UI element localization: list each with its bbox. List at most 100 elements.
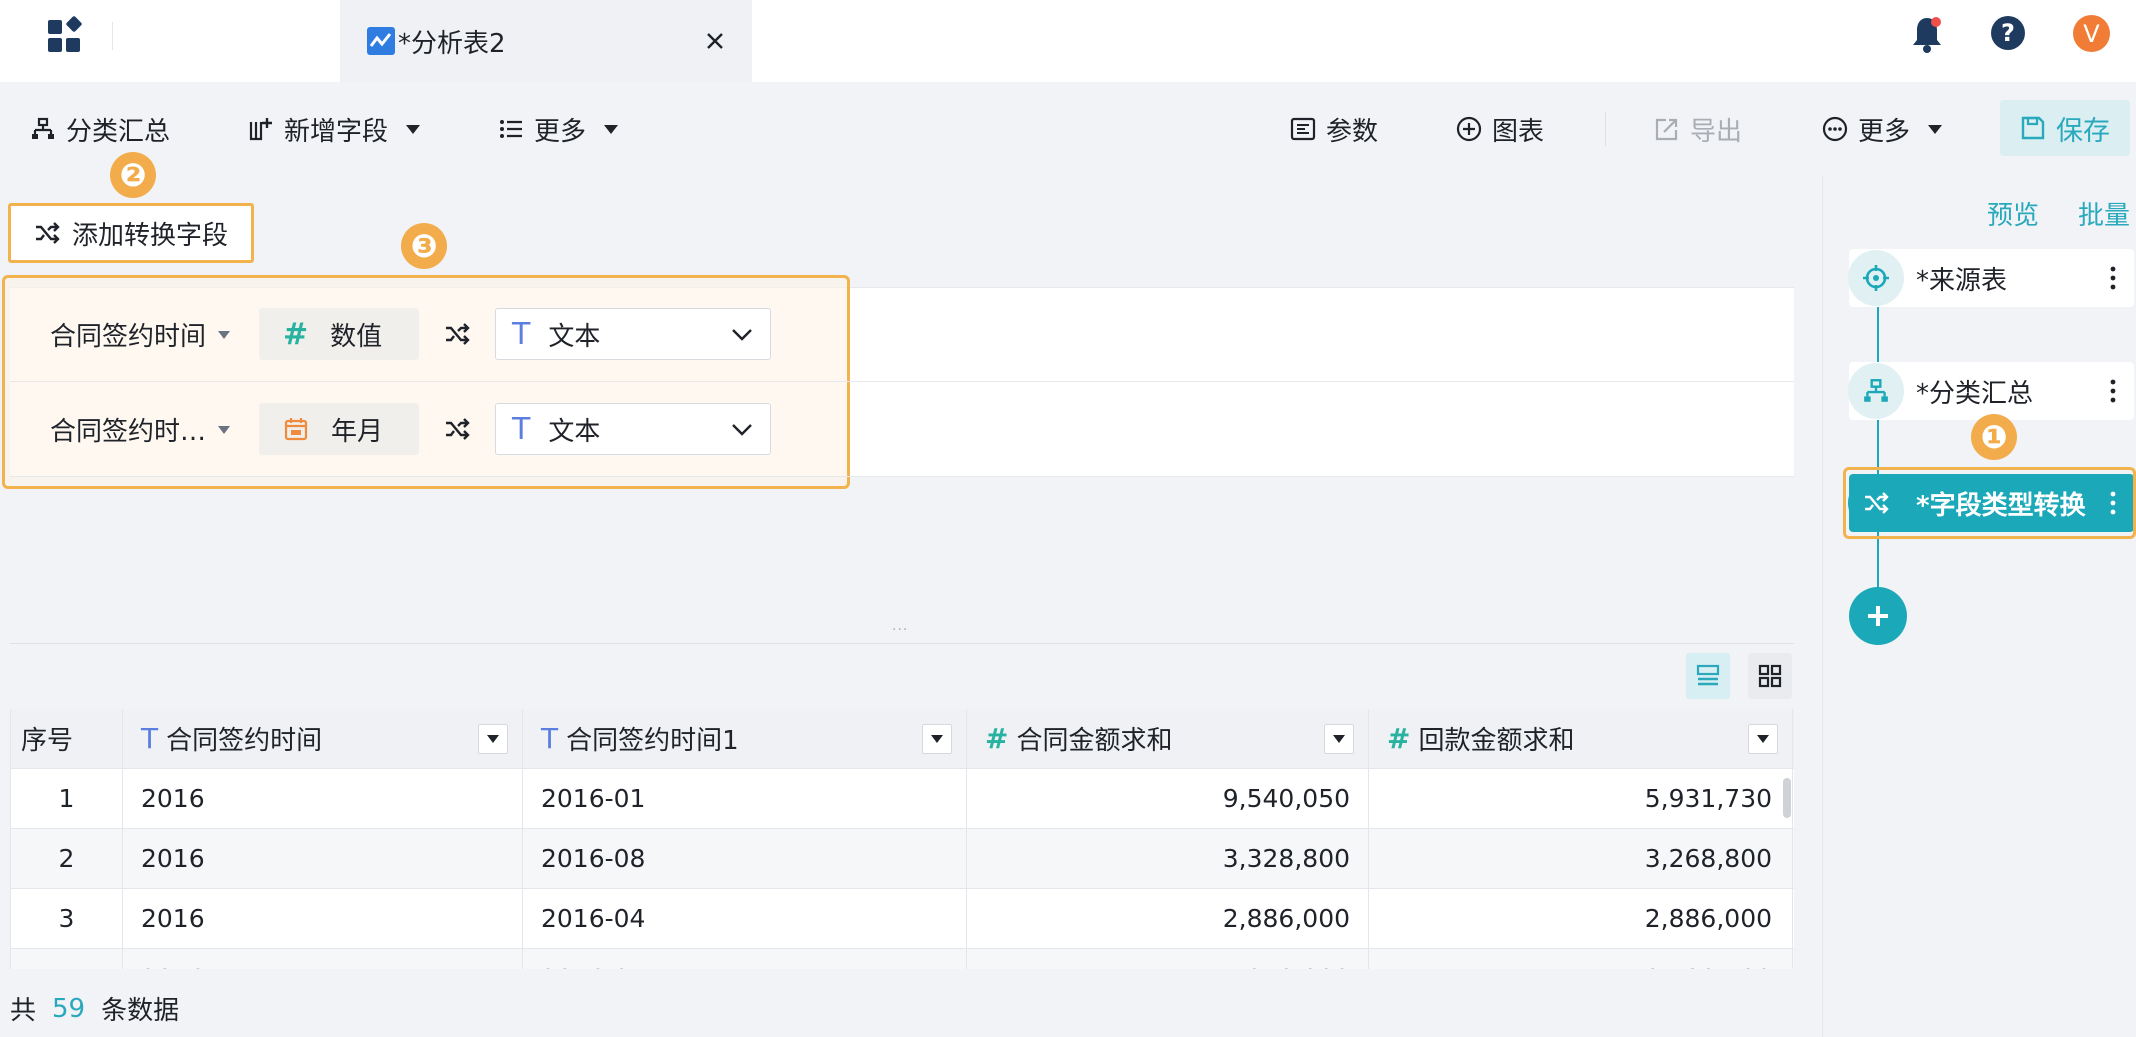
step-badge-2: ❷ — [110, 152, 156, 198]
table-row[interactable]: 2 2016 2016-08 3,328,800 3,268,800 — [11, 829, 1794, 889]
chevron-down-icon — [730, 322, 754, 346]
analysis-table-icon — [366, 26, 396, 56]
text-type-icon: T — [512, 316, 531, 352]
more-vertical-icon[interactable] — [2100, 376, 2126, 406]
cell-sign-time: 2016 — [123, 769, 523, 828]
list-view-button[interactable] — [1686, 653, 1730, 699]
plus-circle-icon — [1456, 116, 1482, 142]
avatar[interactable]: V — [2073, 15, 2110, 52]
toolbar-divider — [1605, 112, 1606, 146]
add-field-label: 新增字段 — [284, 116, 389, 147]
column-header-label: 序号 — [21, 726, 74, 756]
cell-sign-time-1: 2016-01 — [523, 769, 967, 828]
chart-label: 图表 — [1492, 116, 1545, 147]
add-field-button[interactable]: 新增字段 — [248, 82, 421, 176]
table-row[interactable]: 3 2016 2016-04 2,886,000 2,886,000 — [11, 889, 1794, 949]
top-bar — [0, 0, 2136, 82]
number-icon: # — [283, 316, 309, 352]
tab-analysis-table[interactable]: *分析表2 — [340, 0, 752, 82]
cell-sign-time: 2016 — [123, 829, 523, 888]
column-header-label: 合同签约时间1 — [566, 726, 739, 756]
preview-link[interactable]: 预览 — [1987, 195, 2039, 232]
column-menu-button[interactable] — [1748, 724, 1778, 754]
number-icon: # — [1387, 722, 1411, 755]
record-count: 共 59 条数据 — [10, 990, 179, 1027]
more-right-button[interactable]: 更多 — [1822, 82, 1943, 176]
bell-icon[interactable] — [1910, 14, 1944, 54]
column-menu-button[interactable] — [1324, 724, 1354, 754]
shuffle-icon — [444, 321, 470, 347]
apps-grid-icon[interactable] — [46, 16, 86, 56]
more-right-label: 更多 — [1858, 116, 1911, 147]
chevron-down-icon — [730, 417, 754, 441]
caret-down-icon — [487, 735, 499, 743]
text-type-icon: T — [141, 722, 159, 755]
resize-handle[interactable]: ... — [892, 618, 908, 634]
caret-down-icon — [1333, 735, 1345, 743]
number-icon: # — [985, 722, 1009, 755]
column-header-payment-amount[interactable]: # 回款金额求和 — [1369, 709, 1793, 768]
cell-contract-amount: 3,328,800 — [967, 829, 1369, 888]
chart-button[interactable]: 图表 — [1456, 82, 1544, 176]
conversion-field-select[interactable]: 合同签约时间 — [50, 316, 231, 353]
column-menu-button[interactable] — [922, 724, 952, 754]
export-label: 导出 — [1690, 116, 1743, 147]
export-icon — [1654, 116, 1680, 142]
params-label: 参数 — [1326, 116, 1379, 147]
conversion-field-label: 合同签约时间 — [50, 322, 207, 352]
group-summary-label: 分类汇总 — [66, 116, 171, 147]
batch-link[interactable]: 批量 — [2078, 195, 2130, 232]
cell-contract-amount: 2,886,000 — [967, 889, 1369, 948]
table-row[interactable]: 1 2016 2016-01 9,540,050 5,931,730 — [11, 769, 1794, 829]
cell-sign-time-1: 2016-05 — [523, 949, 967, 969]
conversion-field-label: 合同签约时… — [50, 417, 207, 447]
column-menu-button[interactable] — [478, 724, 508, 754]
list-icon — [498, 116, 524, 142]
column-header-sign-time-1[interactable]: T 合同签约时间1 — [523, 709, 967, 768]
table-row[interactable]: 4 2016 2016-05 55,950,000 40,480,500 — [11, 949, 1794, 969]
conversion-row: 合同签约时… 年月 T 文本 — [10, 382, 1794, 477]
flow-node-source-table[interactable]: *来源表 — [1848, 249, 2134, 307]
flow-node-highlight — [1843, 467, 2136, 539]
table-header-row: 序号 T 合同签约时间 T 合同签约时间1 # 合同金额求和 # 回款金额求和 — [11, 709, 1794, 769]
cell-payment-amount: 3,268,800 — [1369, 829, 1793, 888]
step-badge-3: ❸ — [401, 223, 447, 269]
cell-index: 1 — [11, 769, 123, 828]
params-button[interactable]: 参数 — [1290, 82, 1378, 176]
source-type: # 数值 — [259, 308, 419, 360]
column-header-label: 回款金额求和 — [1418, 726, 1575, 756]
record-count-prefix: 共 — [10, 996, 37, 1026]
section-divider — [10, 643, 1794, 644]
save-icon — [2020, 115, 2046, 141]
close-icon[interactable] — [702, 28, 728, 54]
more-vertical-icon[interactable] — [2100, 263, 2126, 293]
step-badge-1: ❶ — [1971, 414, 2017, 460]
target-type-select[interactable]: T 文本 — [495, 403, 771, 455]
hierarchy-icon — [1848, 363, 1904, 419]
flow-connector — [1877, 305, 1879, 615]
export-button[interactable]: 导出 — [1654, 82, 1742, 176]
caret-down-icon — [931, 735, 943, 743]
tab-title: *分析表2 — [398, 28, 506, 59]
more-left-button[interactable]: 更多 — [498, 82, 619, 176]
cell-index: 2 — [11, 829, 123, 888]
add-conversion-field-button[interactable]: 添加转换字段 — [8, 203, 254, 263]
target-type-select[interactable]: T 文本 — [495, 308, 771, 360]
add-flow-node-button[interactable] — [1849, 587, 1907, 645]
svg-text:?: ? — [2001, 19, 2015, 47]
save-button[interactable]: 保存 — [2000, 100, 2130, 156]
conversion-field-select[interactable]: 合同签约时… — [50, 411, 231, 448]
flow-node-group-summary[interactable]: *分类汇总 — [1848, 362, 2134, 420]
cell-sign-time: 2016 — [123, 949, 523, 969]
chevron-down-icon — [604, 124, 619, 134]
cell-index: 4 — [11, 949, 123, 969]
help-icon[interactable]: ? — [1990, 15, 2026, 51]
caret-down-icon — [218, 425, 231, 434]
plus-icon — [1868, 606, 1888, 626]
table-scrollbar[interactable] — [1783, 778, 1791, 818]
more-left-label: 更多 — [534, 116, 587, 147]
grid-view-button[interactable] — [1748, 653, 1792, 699]
column-header-sign-time[interactable]: T 合同签约时间 — [123, 709, 523, 768]
record-count-value: 59 — [52, 993, 86, 1024]
column-header-contract-amount[interactable]: # 合同金额求和 — [967, 709, 1369, 768]
